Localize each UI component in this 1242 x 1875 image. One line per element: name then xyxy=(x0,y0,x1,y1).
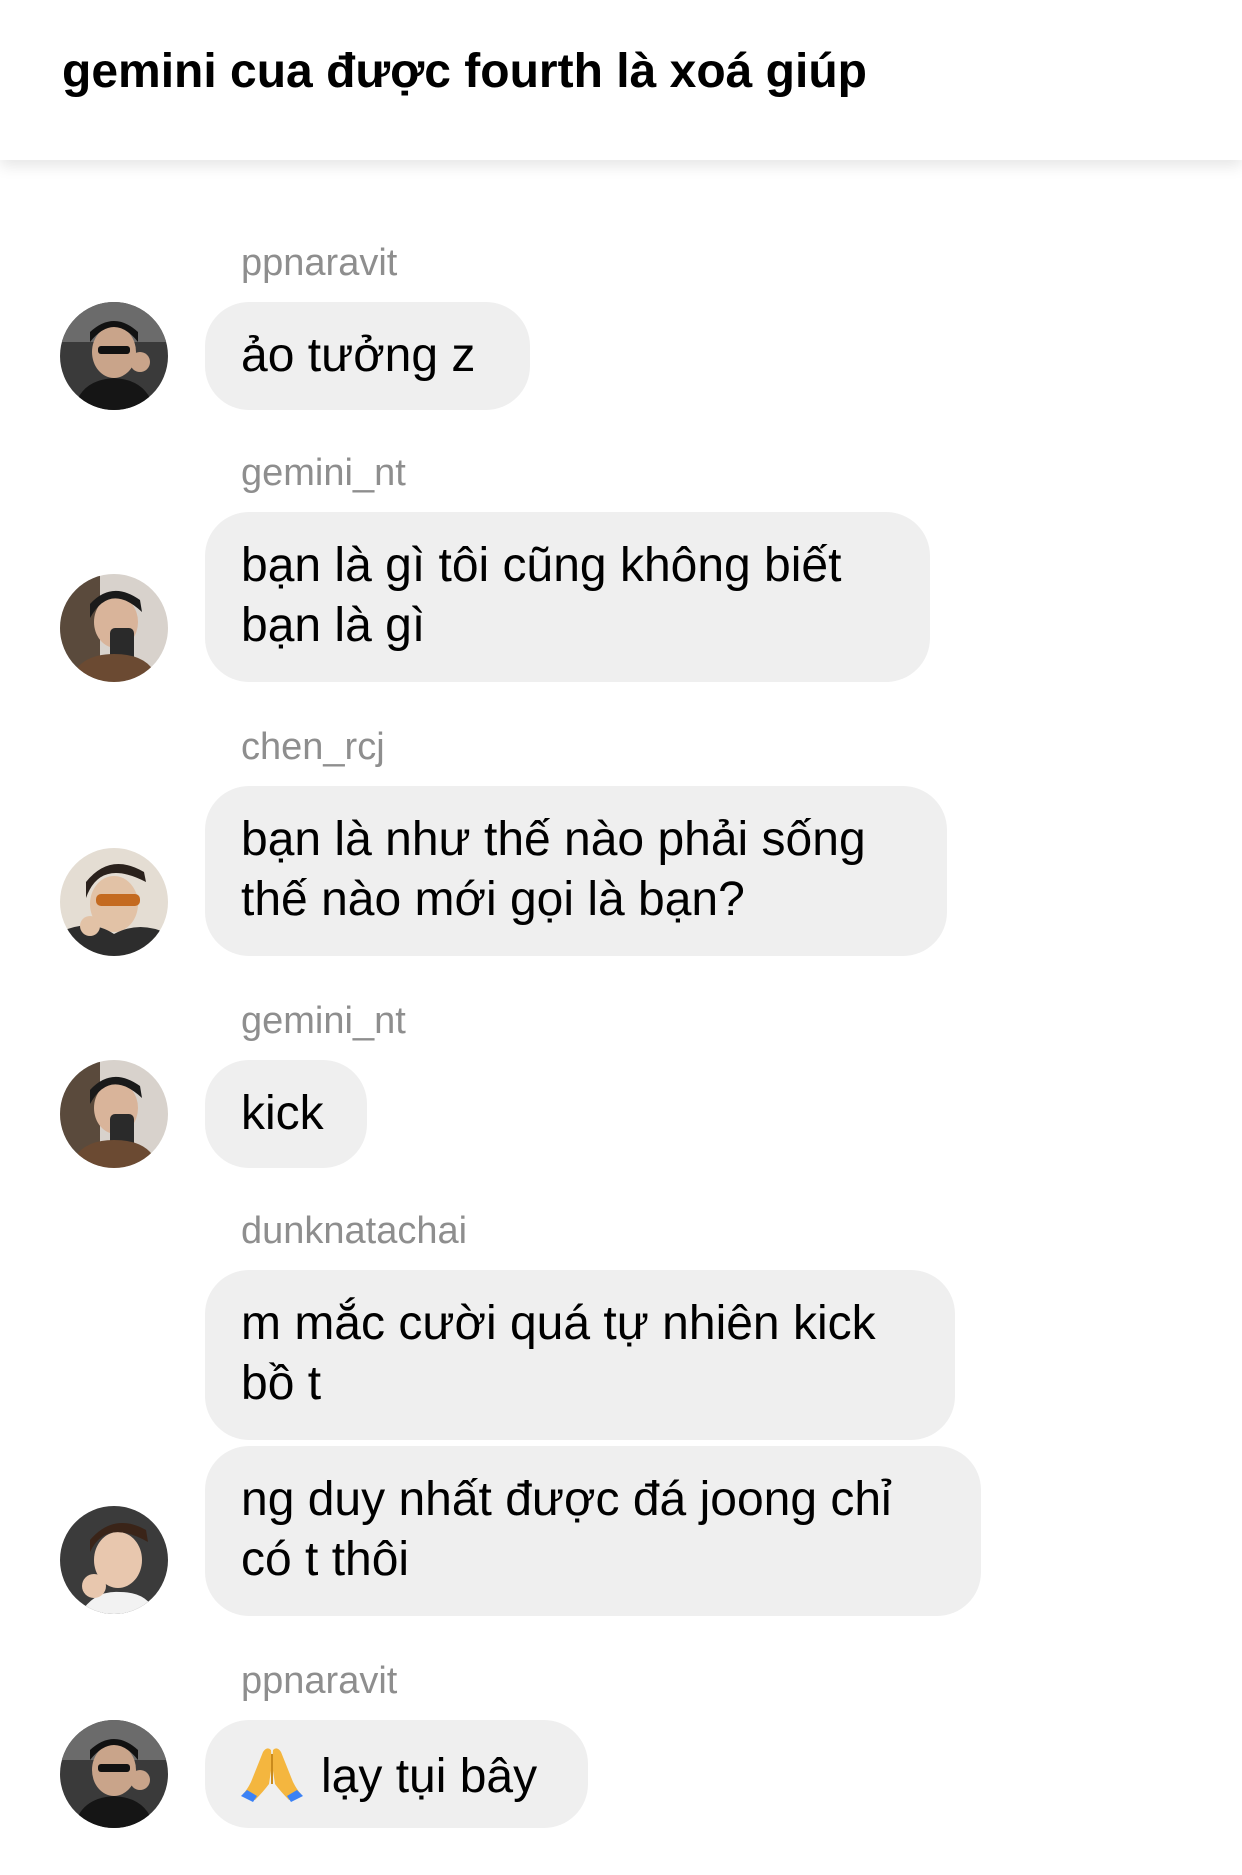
avatar[interactable] xyxy=(60,574,168,682)
sender-name[interactable]: gemini_nt xyxy=(241,1000,406,1043)
message-bubble[interactable]: m mắc cười quá tự nhiên kick bồ t xyxy=(205,1270,955,1440)
message-text: kick xyxy=(241,1087,324,1140)
chat-header: gemini cua được fourth là xoá giúp xyxy=(0,0,1242,160)
avatar[interactable] xyxy=(60,1060,168,1168)
message-bubble[interactable]: bạn là như thế nào phải sống thế nào mới… xyxy=(205,786,947,956)
message-bubble[interactable]: kick xyxy=(205,1060,367,1168)
message-text: lạy tụi bây xyxy=(321,1750,538,1803)
avatar-photo-icon xyxy=(60,1506,168,1614)
avatar[interactable] xyxy=(60,1506,168,1614)
sender-name[interactable]: chen_rcj xyxy=(241,726,385,769)
message-bubble[interactable]: ng duy nhất được đá joong chỉ có t thôi xyxy=(205,1446,981,1616)
message-text: bạn là gì tôi cũng không biết bạn là gì xyxy=(241,539,842,652)
avatar[interactable] xyxy=(60,302,168,410)
message-text: bạn là như thế nào phải sống thế nào mới… xyxy=(241,813,866,926)
message-list[interactable]: ppnaravit ảo tưởng z gemini_nt bạn là gì… xyxy=(0,160,1242,1875)
sender-name[interactable]: ppnaravit xyxy=(241,1660,397,1703)
message-text: ng duy nhất được đá joong chỉ có t thôi xyxy=(241,1473,892,1586)
folded-hands-icon xyxy=(241,1748,303,1802)
message-bubble[interactable]: bạn là gì tôi cũng không biết bạn là gì xyxy=(205,512,930,682)
avatar-photo-icon xyxy=(60,1060,168,1168)
avatar[interactable] xyxy=(60,1720,168,1828)
message-text: ảo tưởng z xyxy=(241,329,476,382)
avatar-photo-icon xyxy=(60,302,168,410)
message-bubble[interactable]: ảo tưởng z xyxy=(205,302,530,410)
avatar-photo-icon xyxy=(60,848,168,956)
avatar-photo-icon xyxy=(60,574,168,682)
message-text: m mắc cười quá tự nhiên kick bồ t xyxy=(241,1297,876,1410)
sender-name[interactable]: ppnaravit xyxy=(241,242,397,285)
message-bubble[interactable]: lạy tụi bây xyxy=(205,1720,588,1828)
sender-name[interactable]: dunknatachai xyxy=(241,1210,467,1253)
avatar[interactable] xyxy=(60,848,168,956)
thread-title: gemini cua được fourth là xoá giúp xyxy=(62,45,867,98)
sender-name[interactable]: gemini_nt xyxy=(241,452,406,495)
avatar-photo-icon xyxy=(60,1720,168,1828)
